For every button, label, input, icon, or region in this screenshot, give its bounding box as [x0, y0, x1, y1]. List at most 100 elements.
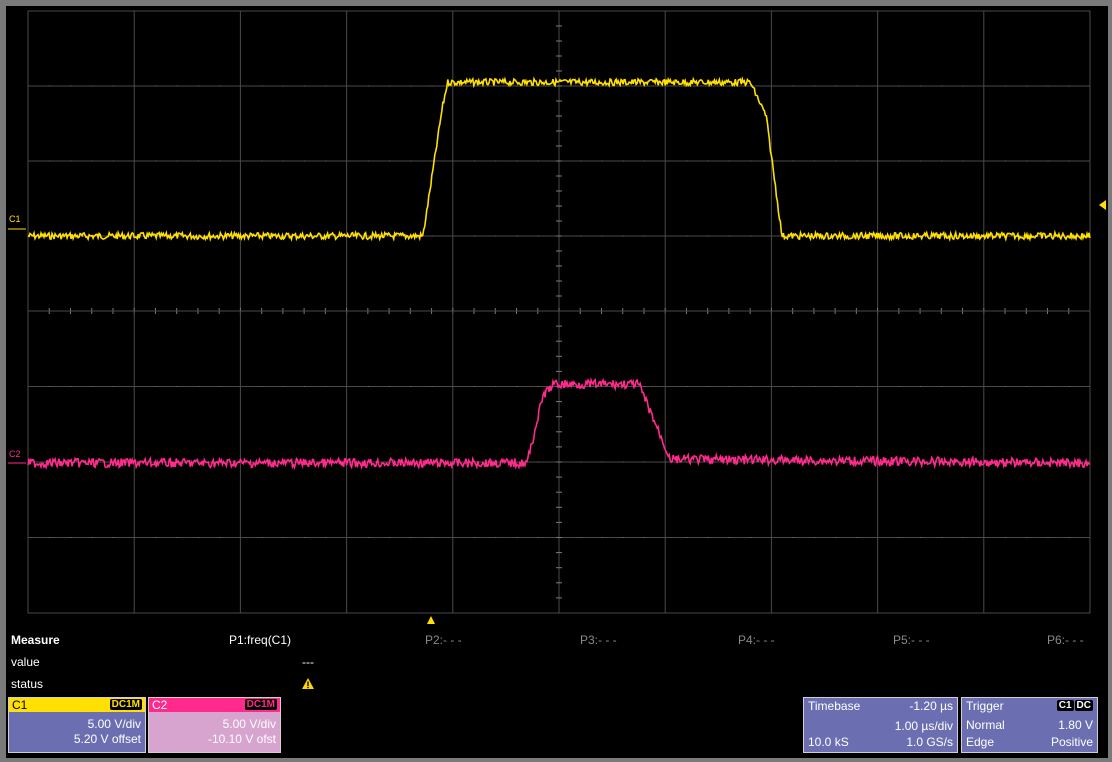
upper-minor-dot [410, 85, 412, 87]
param-p2-label[interactable]: P2:- - - [425, 633, 462, 647]
upper-minor-dot [898, 160, 900, 162]
param-p6-label[interactable]: P6:- - - [1047, 633, 1084, 647]
lower-minor-dot [304, 537, 306, 538]
lower-minor-dot [920, 537, 922, 538]
upper-minor-dot [813, 160, 815, 162]
lower-minor-dot [537, 386, 539, 387]
c1-channel-box[interactable]: C1 DC1M 5.00 V/div 5.20 V offset [8, 697, 146, 753]
param-p4-label[interactable]: P4:- - - [738, 633, 775, 647]
upper-minor-dot [643, 160, 645, 162]
lower-minor-dot [1005, 537, 1007, 538]
warning-icon [302, 678, 314, 689]
lower-minor-dot [112, 537, 114, 538]
lower-minor-dot [537, 537, 539, 538]
lower-minor-dot [219, 537, 221, 538]
upper-minor-dot [941, 160, 943, 162]
upper-minor-dot [112, 160, 114, 162]
lower-minor-dot [643, 386, 645, 387]
trigger-mode: Normal [966, 718, 1005, 732]
upper-minor-dot [537, 160, 539, 162]
lower-minor-dot [707, 461, 709, 463]
lower-minor-dot [792, 537, 794, 538]
upper-minor-dot [282, 160, 284, 162]
lower-minor-dot [516, 537, 518, 538]
timebase-delay: -1.20 µs [909, 699, 953, 713]
lower-minor-dot [261, 537, 263, 538]
value-row-label: value [11, 655, 40, 669]
lower-minor-dot [219, 386, 221, 387]
trigger-coupling: DC [1074, 700, 1093, 711]
upper-minor-dot [261, 160, 263, 162]
timebase-label: Timebase [808, 699, 861, 713]
upper-minor-dot [601, 160, 603, 162]
upper-minor-dot [1026, 85, 1028, 87]
c2-trace-label[interactable]: C2 [9, 449, 21, 459]
upper-minor-dot [282, 85, 284, 87]
lower-minor-dot [49, 386, 51, 387]
upper-minor-dot [495, 85, 497, 87]
lower-minor-dot [155, 386, 157, 387]
lower-minor-dot [495, 386, 497, 387]
upper-minor-dot [537, 235, 539, 237]
timebase-box[interactable]: Timebase -1.20 µs 1.00 µs/div 10.0 kS 1.… [803, 697, 958, 753]
upper-minor-dot [367, 235, 369, 237]
status-row-label: status [11, 677, 44, 691]
lower-minor-dot [707, 537, 709, 538]
upper-minor-dot [622, 85, 624, 87]
lower-minor-dot [686, 537, 688, 538]
upper-minor-dot [431, 235, 433, 237]
upper-minor-dot [622, 235, 624, 237]
lower-minor-dot [601, 461, 603, 463]
upper-minor-dot [49, 85, 51, 87]
markers [8, 200, 1106, 624]
lower-minor-dot [431, 386, 433, 387]
lower-minor-dot [431, 537, 433, 538]
upper-minor-dot [580, 235, 582, 237]
param-p1-label[interactable]: P1:freq(C1) [229, 633, 291, 647]
upper-minor-dot [707, 235, 709, 237]
upper-minor-dot [474, 160, 476, 162]
upper-minor-dot [686, 160, 688, 162]
upper-minor-dot [70, 85, 72, 87]
upper-minor-dot [707, 160, 709, 162]
upper-minor-dot [516, 85, 518, 87]
lower-minor-dot [1026, 537, 1028, 538]
upper-minor-dot [431, 85, 433, 87]
param-p5-label[interactable]: P5:- - - [893, 633, 930, 647]
upper-minor-dot [219, 85, 221, 87]
lower-minor-dot [304, 386, 306, 387]
upper-minor-dot [728, 85, 730, 87]
measure-title: Measure [11, 633, 60, 647]
lower-minor-dot [1047, 537, 1049, 538]
lower-minor-dot [197, 537, 199, 538]
upper-minor-dot [516, 160, 518, 162]
lower-minor-dot [962, 386, 964, 387]
lower-minor-dot [750, 537, 752, 538]
trigger-source: C1 [1056, 700, 1074, 711]
upper-grid [27, 10, 1091, 314]
lower-minor-dot [516, 461, 518, 463]
lower-minor-dot [325, 386, 327, 387]
upper-minor-dot [580, 160, 582, 162]
trigger-box[interactable]: Trigger C1 DC Normal 1.80 V Edge Positive [961, 697, 1098, 753]
lower-minor-dot [1068, 386, 1070, 387]
c1-trace-label[interactable]: C1 [9, 214, 21, 224]
lower-minor-dot [176, 537, 178, 538]
upper-minor-dot [325, 85, 327, 87]
lower-minor-dot [176, 386, 178, 387]
upper-minor-dot [155, 160, 157, 162]
param-p3-label[interactable]: P3:- - - [580, 633, 617, 647]
upper-minor-dot [856, 160, 858, 162]
upper-minor-dot [1068, 160, 1070, 162]
upper-minor-dot [516, 235, 518, 237]
upper-minor-dot [750, 160, 752, 162]
lower-minor-dot [601, 537, 603, 538]
upper-minor-dot [197, 160, 199, 162]
upper-minor-dot [962, 160, 964, 162]
upper-minor-dot [686, 235, 688, 237]
upper-minor-dot [155, 85, 157, 87]
lower-minor-dot [750, 386, 752, 387]
c2-channel-box[interactable]: C2 DC1M 5.00 V/div -10.10 V ofst [148, 697, 281, 753]
upper-minor-dot [835, 160, 837, 162]
lower-minor-dot [1047, 386, 1049, 387]
